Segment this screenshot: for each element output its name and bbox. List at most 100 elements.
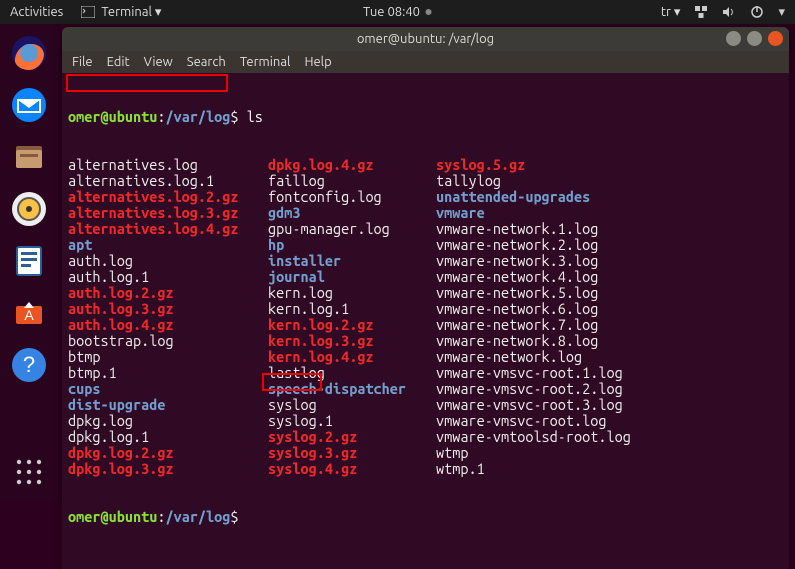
- ls-entry: vmware-vmsvc-root.3.log: [436, 397, 623, 413]
- ls-entry: apt: [68, 237, 268, 253]
- window-close-button[interactable]: [768, 31, 783, 46]
- prompt-line-1: omer@ubuntu:/var/log$ ls: [68, 109, 783, 125]
- ls-entry: dpkg.log.3.gz: [68, 461, 268, 477]
- ls-entry: dpkg.log.4.gz: [268, 157, 436, 173]
- ls-entry: btmp: [68, 349, 268, 365]
- terminal-menubar: File Edit View Search Terminal Help: [62, 51, 789, 73]
- ls-entry: auth.log.4.gz: [68, 317, 268, 333]
- ls-entry: kern.log.1: [268, 301, 436, 317]
- ls-entry: dpkg.log.2.gz: [68, 445, 268, 461]
- app-indicator[interactable]: Terminal ▾: [81, 5, 161, 20]
- ls-entry: vmware-network.6.log: [436, 301, 598, 317]
- ls-entry: dist-upgrade: [68, 397, 268, 413]
- listing-row: cupsspeech-dispatchervmware-vmsvc-root.2…: [68, 381, 783, 397]
- ls-entry: vmware-network.3.log: [436, 253, 598, 269]
- listing-row: auth.loginstallervmware-network.3.log: [68, 253, 783, 269]
- ls-entry: lastlog: [268, 365, 436, 381]
- listing-row: alternatives.log.3.gzgdm3vmware: [68, 205, 783, 221]
- ls-entry: kern.log.4.gz: [268, 349, 436, 365]
- dock-firefox[interactable]: [6, 30, 52, 76]
- ls-entry: syslog.4.gz: [268, 461, 436, 477]
- ls-entry: vmware-network.log: [436, 349, 582, 365]
- notification-dot-icon: [426, 9, 432, 15]
- ls-entry: hp: [268, 237, 436, 253]
- window-maximize-button[interactable]: [747, 31, 762, 46]
- window-minimize-button[interactable]: [726, 31, 741, 46]
- dock-help[interactable]: ?: [6, 342, 52, 388]
- menu-edit[interactable]: Edit: [107, 55, 130, 69]
- ls-entry: btmp.1: [68, 365, 268, 381]
- ls-entry: speech-dispatcher: [268, 381, 436, 397]
- ls-entry: kern.log.2.gz: [268, 317, 436, 333]
- terminal-output[interactable]: omer@ubuntu:/var/log$ ls alternatives.lo…: [62, 73, 789, 569]
- menu-terminal[interactable]: Terminal: [240, 55, 291, 69]
- dock-software[interactable]: A: [6, 290, 52, 336]
- volume-icon[interactable]: [722, 5, 736, 19]
- ls-entry: auth.log.3.gz: [68, 301, 268, 317]
- command-text: ls: [247, 108, 263, 125]
- ls-entry: alternatives.log: [68, 157, 268, 173]
- ls-entry: wtmp.1: [436, 461, 485, 477]
- listing-row: apthpvmware-network.2.log: [68, 237, 783, 253]
- chevron-down-icon[interactable]: ▾: [778, 5, 785, 20]
- network-icon[interactable]: [694, 5, 708, 19]
- dock-libreoffice-writer[interactable]: [6, 238, 52, 284]
- ls-entry: kern.log: [268, 285, 436, 301]
- ls-entry: alternatives.log.2.gz: [68, 189, 268, 205]
- listing-row: auth.log.2.gzkern.logvmware-network.5.lo…: [68, 285, 783, 301]
- terminal-window: omer@ubuntu: /var/log File Edit View Sea…: [62, 27, 789, 569]
- listing-row: dist-upgradesyslogvmware-vmsvc-root.3.lo…: [68, 397, 783, 413]
- menu-view[interactable]: View: [144, 55, 173, 69]
- ls-entry: dpkg.log: [68, 413, 268, 429]
- listing-row: auth.log.3.gzkern.log.1vmware-network.6.…: [68, 301, 783, 317]
- listing-row: btmp.1lastlogvmware-vmsvc-root.1.log: [68, 365, 783, 381]
- ls-entry: vmware-network.7.log: [436, 317, 598, 333]
- window-title: omer@ubuntu: /var/log: [357, 32, 494, 46]
- clock[interactable]: Tue 08:40: [363, 5, 420, 19]
- ls-entry: fontconfig.log: [268, 189, 436, 205]
- keyboard-layout[interactable]: tr ▾: [661, 5, 681, 20]
- power-icon[interactable]: [750, 5, 764, 19]
- ls-entry: auth.log: [68, 253, 268, 269]
- ls-entry: vmware-vmsvc-root.1.log: [436, 365, 623, 381]
- dock-apps-grid[interactable]: [6, 449, 52, 495]
- dock-files[interactable]: [6, 134, 52, 180]
- ls-entry: kern.log.3.gz: [268, 333, 436, 349]
- dock-rhythmbox[interactable]: [6, 186, 52, 232]
- ls-entry: installer: [268, 253, 436, 269]
- ls-entry: syslog.3.gz: [268, 445, 436, 461]
- ls-entry: syslog.5.gz: [436, 157, 525, 173]
- listing-row: bootstrap.logkern.log.3.gzvmware-network…: [68, 333, 783, 349]
- ls-entry: vmware-network.1.log: [436, 221, 598, 237]
- ls-entry: faillog: [268, 173, 436, 189]
- listing-row: alternatives.log.4.gzgpu-manager.logvmwa…: [68, 221, 783, 237]
- ls-entry: auth.log.1: [68, 269, 268, 285]
- dock-thunderbird[interactable]: [6, 82, 52, 128]
- svg-text:?: ?: [23, 352, 35, 377]
- listing-row: auth.log.4.gzkern.log.2.gzvmware-network…: [68, 317, 783, 333]
- gnome-top-panel: Activities Terminal ▾ Tue 08:40 tr ▾ ▾: [0, 0, 795, 24]
- listing-row: auth.log.1journalvmware-network.4.log: [68, 269, 783, 285]
- ls-entry: unattended-upgrades: [436, 189, 590, 205]
- ls-entry: gpu-manager.log: [268, 221, 436, 237]
- listing-row: dpkg.log.1syslog.2.gzvmware-vmtoolsd-roo…: [68, 429, 783, 445]
- listing-row: dpkg.logsyslog.1vmware-vmsvc-root.log: [68, 413, 783, 429]
- svg-text:A: A: [24, 307, 34, 323]
- ubuntu-dock: A ?: [0, 24, 58, 501]
- ls-entry: bootstrap.log: [68, 333, 268, 349]
- prompt-line-2: omer@ubuntu:/var/log$: [68, 509, 783, 525]
- ls-entry: vmware-vmsvc-root.log: [436, 413, 607, 429]
- menu-help[interactable]: Help: [304, 55, 331, 69]
- listing-row: alternatives.logdpkg.log.4.gzsyslog.5.gz: [68, 157, 783, 173]
- menu-search[interactable]: Search: [187, 55, 226, 69]
- ls-entry: alternatives.log.1: [68, 173, 268, 189]
- ls-entry: vmware-network.2.log: [436, 237, 598, 253]
- menu-file[interactable]: File: [72, 55, 93, 69]
- activities-button[interactable]: Activities: [10, 5, 63, 19]
- ls-entry: syslog: [268, 397, 436, 413]
- window-titlebar[interactable]: omer@ubuntu: /var/log: [62, 27, 789, 51]
- ls-entry: syslog.1: [268, 413, 436, 429]
- ls-entry: vmware-network.5.log: [436, 285, 598, 301]
- ls-entry: tallylog: [436, 173, 501, 189]
- ls-entry: vmware-network.4.log: [436, 269, 598, 285]
